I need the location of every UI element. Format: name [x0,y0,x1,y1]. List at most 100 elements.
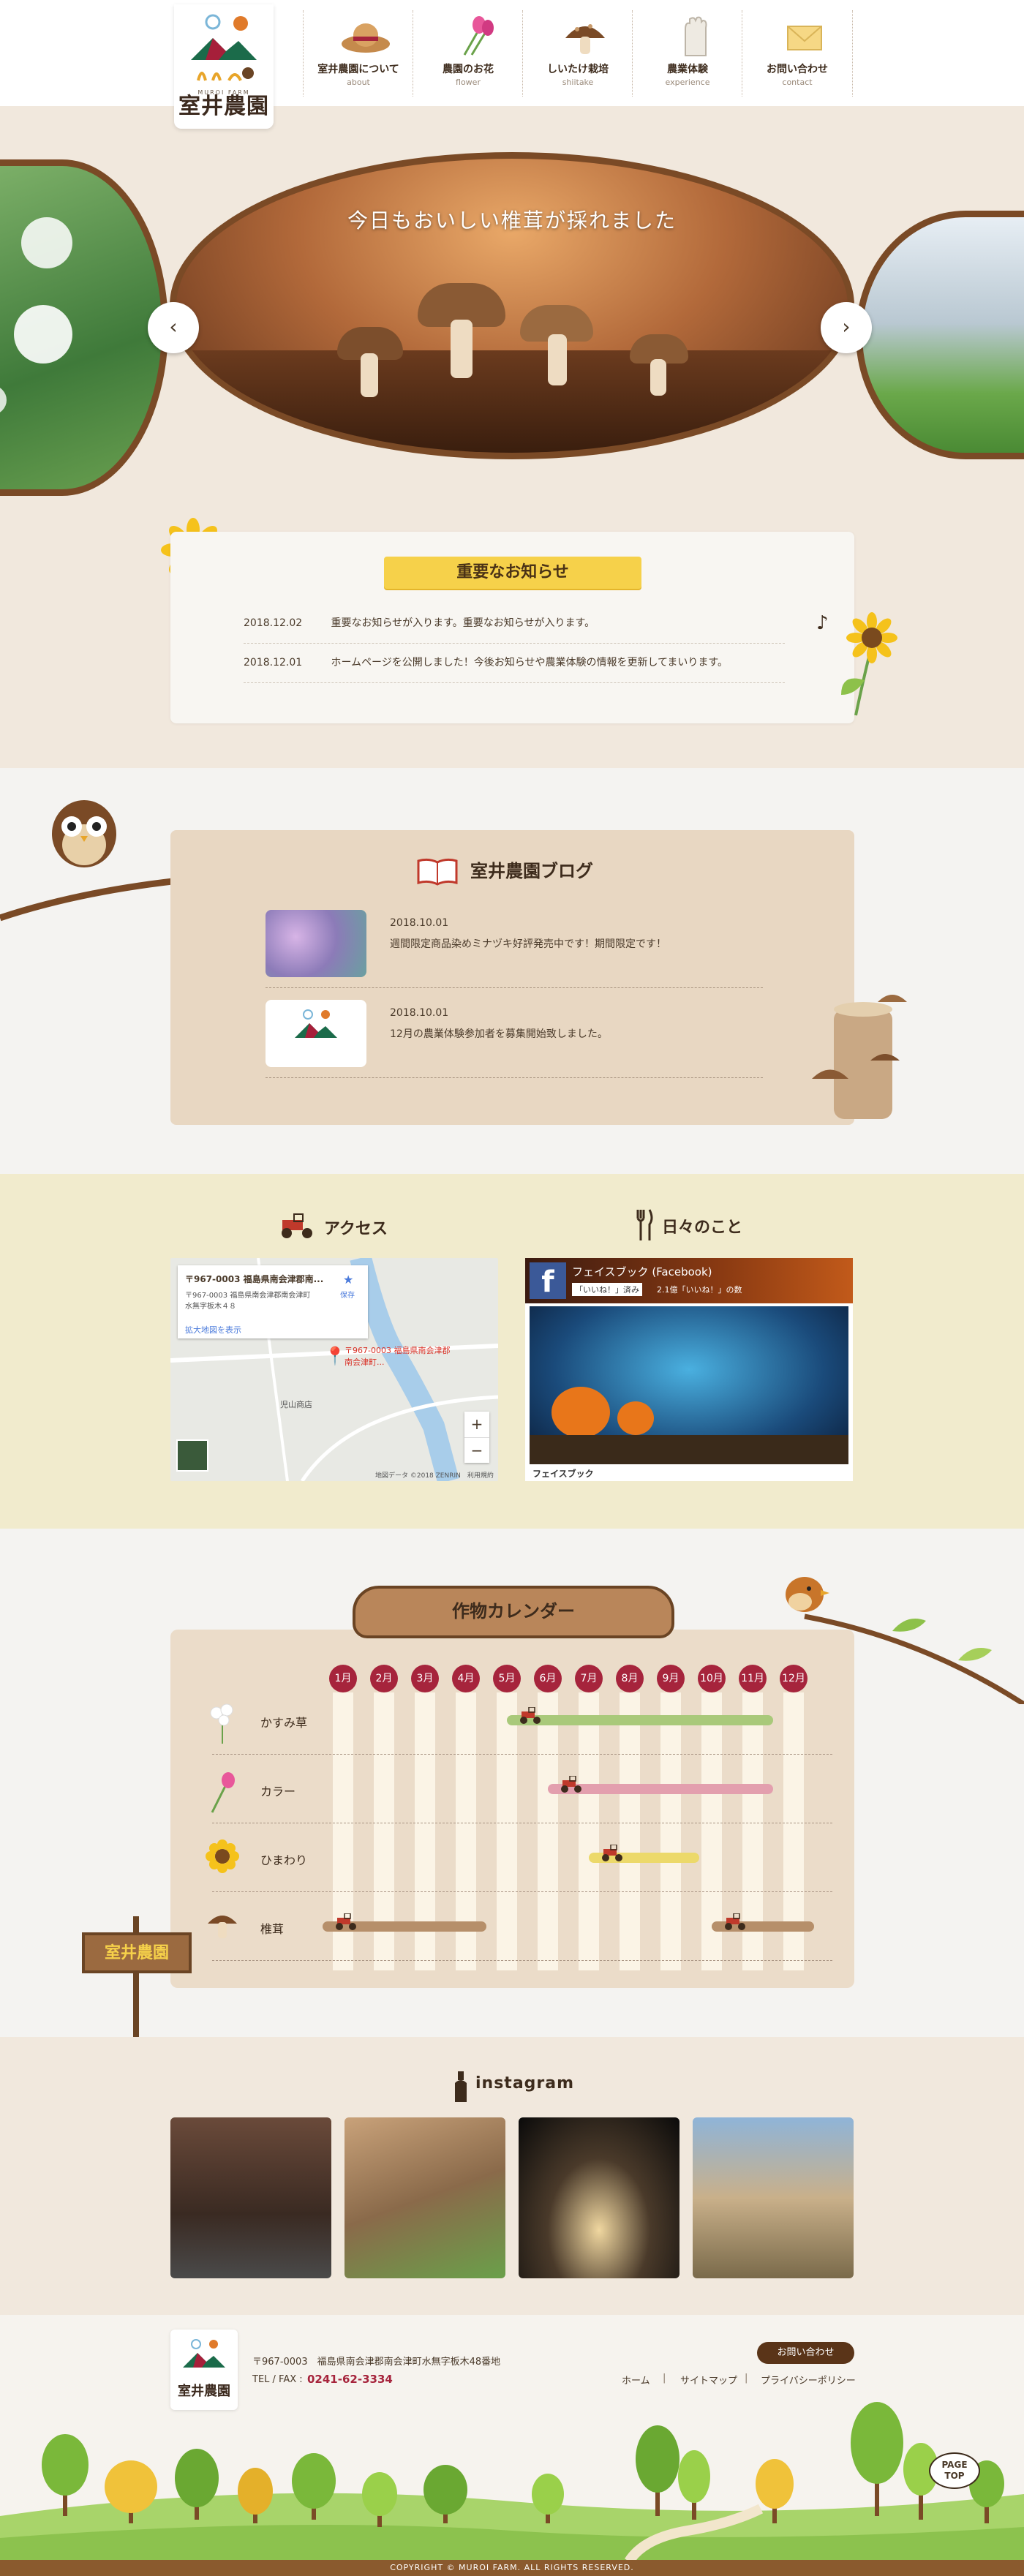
news-box: 重要なお知らせ 2018.12.02 重要なお知らせが入ります。重要なお知らせが… [170,532,854,723]
nav-contact[interactable]: お問い合わせ contact [742,10,853,97]
blog-text: 週間限定商品染めミナヅキ好評発売中です！期間限定です！ [390,938,666,950]
facebook-like-count: 2.1億「いいね！」の数 [657,1285,742,1295]
mail-icon [787,26,822,50]
shiitake-small-icon [205,1907,240,1943]
calendar-month-column [620,1692,640,1970]
map-enlarge-link[interactable]: 拡大地図を表示 [185,1324,241,1336]
blog-text: 12月の農業体験参加者を募集開始致しました。 [390,1028,608,1040]
sunflower-small-icon [205,1839,240,1877]
daily-title: 日々のこと [662,1219,743,1237]
calendar-month-label: 9月 [657,1665,685,1692]
calendar-month-label: 11月 [739,1665,767,1692]
calendar-month-label: 12月 [780,1665,807,1692]
star-icon[interactable]: ★ [343,1273,353,1287]
footer-tel[interactable]: 0241-62-3334 [307,2373,393,2386]
calendar-month-label: 5月 [493,1665,521,1692]
map-pin-label: 〒967-0003 福島県南会津郡南会津町... [345,1346,451,1367]
tractor-icon [282,1213,312,1238]
nav-sublabel: experience [665,78,710,87]
news-date: 2018.12.01 [244,657,303,669]
footer-link-home[interactable]: ホーム [622,2373,650,2387]
footer-link-separator: | [745,2373,748,2384]
calendar-month-column [579,1692,599,1970]
nav-shiitake[interactable]: しいたけ栽培 shiitake [522,10,633,97]
nav-sublabel: contact [782,78,813,87]
nav-experience[interactable]: 農業体験 experience [632,10,742,97]
footer-tel-label: TEL / FAX : [252,2374,303,2385]
news-text: 重要なお知らせが入ります。重要なお知らせが入ります。 [331,617,595,629]
tractor-icon [333,1913,359,1934]
map-info-card: 〒967-0003 福島県南会津郡南... 〒967-0003 福島県南会津郡南… [178,1265,368,1338]
signpost-board: 室井農園 [82,1932,192,1973]
logo-mountain-icon [183,2339,225,2368]
map-zoom-out-button[interactable]: − [464,1437,489,1464]
nav-label: しいたけ栽培 [547,64,609,75]
page-top-label: PAGE [941,2460,968,2470]
nav-about[interactable]: 室井農園について about [303,10,413,97]
nav-flower[interactable]: 農園のお花 flower [413,10,523,97]
blog-item[interactable]: 2018.10.01 週間限定商品染めミナヅキ好評発売中です！期間限定です！ [266,900,763,988]
hero-next-button[interactable]: › [821,302,872,353]
calendar-month-label: 10月 [698,1665,726,1692]
news-item[interactable]: 2018.12.01 ホームページを公開しました！今後お知らせや農業体験の情報を… [244,643,785,683]
blog-thumbnail [266,1000,366,1067]
news-title: 重要なお知らせ [384,557,641,589]
site-logo[interactable]: MUROI FARM 室井農園 [174,4,274,129]
map-pin-icon[interactable]: 📍 [324,1346,346,1366]
news-item[interactable]: 2018.12.02 重要なお知らせが入ります。重要なお知らせが入ります。 [244,603,785,644]
glove-icon [685,16,707,56]
instagram-photo[interactable] [170,2117,331,2278]
map-address-body: 〒967-0003 福島県南会津郡南会津町水無字板木４８ [185,1292,311,1311]
page-top-button[interactable]: PAGE TOP [929,2452,980,2489]
svg-text:♪: ♪ [816,612,829,634]
calendar-row-divider [212,1754,832,1755]
calendar-month-label: 7月 [575,1665,603,1692]
hero-slide-main-image [170,152,854,459]
instagram-photo[interactable] [519,2117,679,2278]
facebook-widget[interactable]: f フェイスブック (Facebook) 「いいね！」済み 2.1億「いいね！」… [525,1258,853,1481]
calla-lily-icon [205,1770,240,1817]
blog-item[interactable]: 2018.10.01 12月の農業体験参加者を募集開始致しました。 [266,990,763,1078]
mushroom-log-icon [812,995,907,1119]
blog-date: 2018.10.01 [390,917,449,929]
nav-sublabel: about [347,78,370,87]
fork-knife-icon [636,1209,653,1240]
calendar-month-column [538,1692,558,1970]
calendar-row-divider [212,1891,832,1892]
map-zoom-in-button[interactable]: + [464,1412,489,1437]
news-text: ホームページを公開しました！今後お知らせや農業体験の情報を更新してまいります。 [331,657,728,669]
footer-link-privacy[interactable]: プライバシーポリシー [761,2373,856,2387]
logo-mountain-icon [191,14,257,81]
nav-label: 室井農園について [317,64,399,75]
blog-date: 2018.10.01 [390,1007,449,1019]
calendar-month-label: 8月 [616,1665,644,1692]
hat-icon [342,23,390,53]
calendar-crop-name: 椎茸 [260,1922,285,1936]
instagram-photo[interactable] [693,2117,854,2278]
nav-label: 農業体験 [667,64,708,75]
instagram-photo[interactable] [345,2117,505,2278]
blog-title: 室井農園ブログ [470,861,593,881]
calendar-crop-name: かすみ草 [260,1716,308,1730]
nav-sublabel: flower [456,78,481,87]
facebook-like-button[interactable]: 「いいね！」済み [572,1283,642,1296]
nav-label: お問い合わせ [767,64,828,75]
map-save-link[interactable]: 保存 [340,1289,355,1300]
facebook-page-name[interactable]: フェイスブック (Facebook) [572,1264,712,1279]
hero-prev-button[interactable]: ‹ [148,302,199,353]
access-section [0,1174,1024,1529]
footer-address: 〒967-0003 福島県南会津郡南会津町水無字板木48番地 [252,2357,501,2368]
google-map[interactable]: 〒967-0003 福島県南会津郡南... 〒967-0003 福島県南会津郡南… [170,1258,498,1481]
map-satellite-button[interactable] [176,1439,208,1472]
glass-bottle-icon [455,2071,467,2102]
hero-caption: 今日もおいしい椎茸が採れました [347,208,677,233]
calendar-month-column [497,1692,517,1970]
facebook-cover-image [530,1306,848,1464]
tractor-icon [722,1913,748,1934]
map-address-title: 〒967-0003 福島県南会津郡南... [185,1274,324,1284]
facebook-logo-icon[interactable]: f [530,1262,566,1299]
instagram-title: instagram [475,2074,575,2093]
footer-link-sitemap[interactable]: サイトマップ [680,2373,737,2387]
baby-breath-icon [205,1701,240,1748]
footer-contact-button[interactable]: お問い合わせ [757,2342,854,2364]
